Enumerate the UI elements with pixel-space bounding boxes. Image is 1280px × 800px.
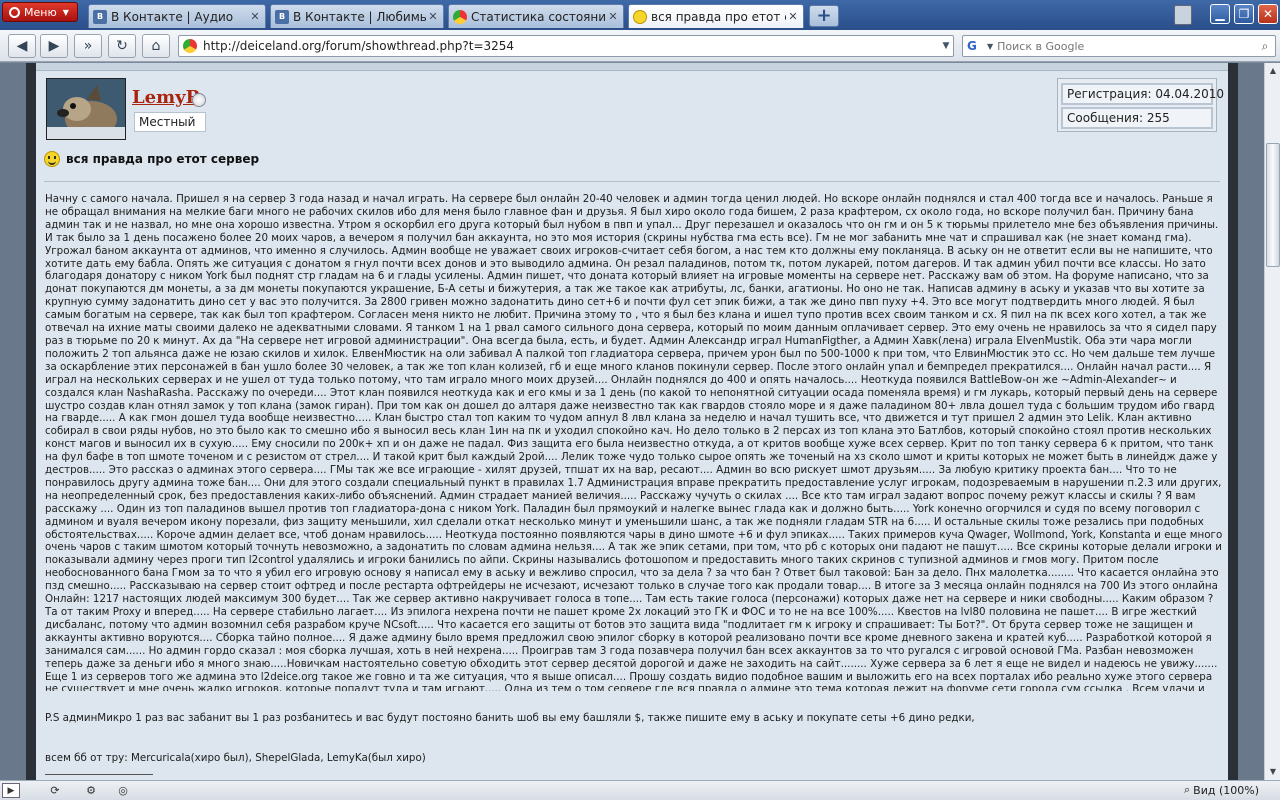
vertical-scrollbar[interactable]: ▲ ▼ (1264, 63, 1280, 780)
close-icon[interactable]: ✕ (786, 10, 800, 24)
maximize-button[interactable]: ❐ (1234, 4, 1254, 24)
offline-status-icon (192, 93, 206, 107)
scrollbar-thumb[interactable] (1266, 143, 1280, 267)
chevron-down-icon[interactable]: ▼ (939, 41, 953, 51)
close-window-button[interactable]: ✕ (1258, 4, 1278, 24)
tab-current-thread[interactable]: вся правда про етот се... ✕ (628, 4, 804, 28)
trash-icon[interactable] (1174, 5, 1192, 25)
signature-divider (45, 774, 153, 775)
tab-title: В Контакте | Аудио (111, 9, 234, 24)
message-count: Сообщения: 255 (1061, 107, 1213, 129)
scroll-up-icon[interactable]: ▲ (1266, 64, 1280, 78)
user-info-box: Регистрация: 04.04.2010 Сообщения: 255 (1057, 78, 1224, 132)
avatar[interactable] (46, 78, 126, 140)
forward-button[interactable]: ▶ (40, 34, 68, 58)
close-icon[interactable]: ✕ (606, 10, 620, 24)
username-link[interactable]: LemyR (132, 87, 201, 108)
panel-toggle-icon[interactable]: ▶ (2, 783, 20, 798)
back-button[interactable]: ◀ (8, 34, 36, 58)
smile-icon (44, 151, 60, 167)
reload-button[interactable]: ↻ (108, 34, 136, 58)
close-icon[interactable]: ✕ (248, 10, 262, 24)
post-body: Начну с самого начала. Пришел я на серве… (45, 193, 1223, 691)
dog-avatar-icon (47, 79, 125, 139)
tab-status-stats[interactable]: Статистика состояния ... ✕ (448, 4, 624, 28)
opera-logo-icon (9, 6, 20, 18)
address-field[interactable]: ▼ (178, 35, 954, 57)
vk-icon: B (275, 9, 289, 24)
new-tab-button[interactable]: + (809, 5, 839, 27)
smile-icon (633, 9, 647, 24)
tab-title: Статистика состояния ... (471, 9, 606, 24)
tab-title: В Контакте | Любимые ... (293, 9, 426, 24)
chevron-down-icon: ▼ (62, 7, 69, 17)
sync-icon[interactable]: ⟳ (44, 783, 66, 798)
search-icon[interactable]: ⌕ (1255, 39, 1275, 54)
page-border-right (1228, 63, 1238, 780)
home-button[interactable]: ⌂ (142, 34, 170, 58)
menu-label: Меню (24, 5, 57, 19)
search-input[interactable] (997, 39, 1255, 53)
page-border-left (26, 63, 36, 780)
registration-date: Регистрация: 04.04.2010 (1061, 83, 1224, 105)
chrome-icon (453, 9, 467, 24)
url-input[interactable] (203, 39, 939, 53)
tab-vk-audio[interactable]: B В Контакте | Аудио ✕ (88, 4, 266, 28)
tab-vk-favorites[interactable]: B В Контакте | Любимые ... ✕ (270, 4, 444, 28)
post-title-row: вся правда про етот сервер (44, 151, 259, 167)
post-header-bar (36, 63, 1228, 71)
zoom-label: Вид (100%) (1193, 783, 1259, 797)
google-icon[interactable]: G (967, 39, 983, 53)
turbo-icon[interactable]: ◎ (112, 783, 134, 798)
site-favicon-icon (183, 39, 197, 53)
tab-bar: Меню ▼ B В Контакте | Аудио ✕ B В Контак… (0, 0, 1280, 30)
status-bar: ▶ ⟳ ⚙ ◎ ⌕ Вид (100%) (0, 780, 1280, 800)
divider (44, 181, 1220, 182)
close-icon[interactable]: ✕ (426, 10, 440, 24)
vk-icon: B (93, 9, 107, 24)
forum-post: LemyR Местный Регистрация: 04.04.2010 Со… (36, 63, 1228, 780)
zoom-icon: ⌕ (1184, 783, 1191, 796)
unite-icon[interactable]: ⚙ (80, 783, 102, 798)
user-rank: Местный (134, 112, 206, 132)
fast-forward-button[interactable]: » (74, 34, 102, 58)
zoom-control[interactable]: ⌕ Вид (100%) (1184, 783, 1259, 797)
post-thanks: всем бб от тру: Mercuricala(хиро был), S… (45, 752, 426, 764)
post-ps: P.S админМикро 1 раз вас забанит вы 1 ра… (45, 712, 975, 724)
search-field[interactable]: G ▼ ⌕ (962, 35, 1276, 57)
tab-title: вся правда про етот се... (651, 9, 786, 24)
chevron-down-icon[interactable]: ▼ (987, 42, 993, 51)
post-title: вся правда про етот сервер (66, 152, 260, 166)
minimize-button[interactable]: ▁ (1210, 4, 1230, 24)
address-toolbar: ◀ ▶ » ↻ ⌂ ▼ G ▼ ⌕ (0, 30, 1280, 62)
page-viewport: LemyR Местный Регистрация: 04.04.2010 Со… (0, 63, 1264, 780)
menu-button[interactable]: Меню ▼ (2, 2, 78, 22)
scroll-down-icon[interactable]: ▼ (1266, 765, 1280, 779)
